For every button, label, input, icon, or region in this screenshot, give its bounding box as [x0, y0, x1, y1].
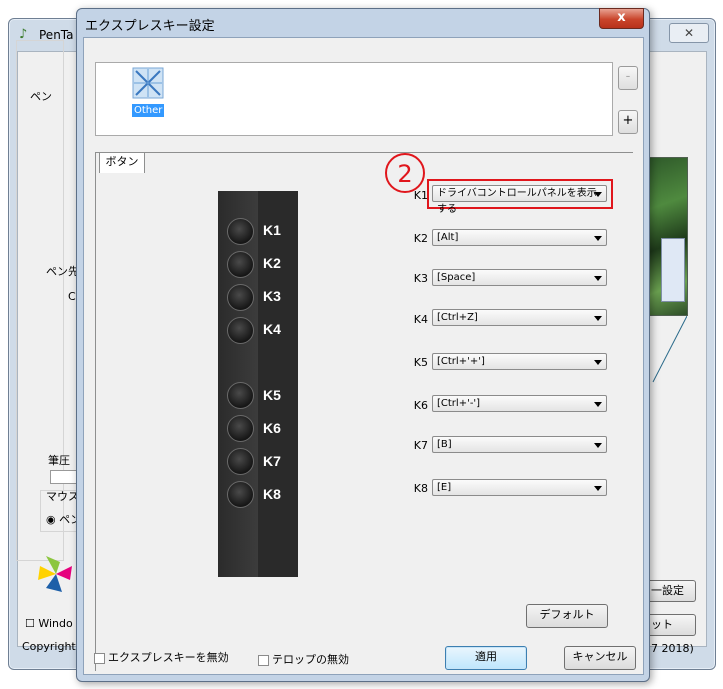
- hardware-key-k2: [227, 251, 254, 278]
- dropdown-arrow-icon: [594, 316, 602, 321]
- hardware-key-label: K6: [263, 420, 281, 436]
- background-pentip-value: C: [68, 290, 76, 303]
- hardware-key-label: K7: [263, 453, 281, 469]
- hardware-key-k4: [227, 317, 254, 344]
- background-windows-checkbox[interactable]: ☐ Windo: [25, 617, 73, 630]
- key-label-k5: K5: [413, 356, 428, 369]
- annotation-number-2: 2: [385, 153, 425, 193]
- hardware-key-k1: [227, 218, 254, 245]
- app-item-label: Other: [132, 104, 165, 117]
- background-pen-label: ペン: [28, 88, 54, 104]
- background-copyright-year: 7 2018): [651, 642, 694, 655]
- k7-assignment-select[interactable]: [B]: [432, 436, 607, 453]
- background-connector-line: [652, 316, 687, 383]
- generic-app-icon: [132, 67, 164, 99]
- key-label-k8: K8: [413, 482, 428, 495]
- key-label-k1: K1: [413, 189, 428, 202]
- tablet-expresskey-illustration: K1 K2 K3 K4 K5 K6 K7 K8: [218, 191, 298, 577]
- add-app-button[interactable]: +: [618, 110, 638, 134]
- background-windows-checkbox-label: Windo: [38, 617, 73, 630]
- k4-assignment-select[interactable]: [Ctrl+Z]: [432, 309, 607, 326]
- checkbox-box: [258, 654, 269, 666]
- background-photo-inset: [661, 238, 685, 302]
- background-pressure-label: 筆圧: [48, 454, 70, 467]
- disable-telop-checkbox[interactable]: テロップの無効: [258, 651, 349, 667]
- hardware-key-k5: [227, 382, 254, 409]
- dialog-close-button[interactable]: x: [599, 8, 644, 29]
- k5-assignment-select[interactable]: [Ctrl+'+']: [432, 353, 607, 370]
- hardware-key-k6: [227, 415, 254, 442]
- annotation-number-text: 2: [397, 160, 412, 188]
- expresskey-dialog: エクスプレスキー設定 x Other - + ボタン K1 K2 K3 K4 K…: [76, 8, 650, 682]
- key-label-k3: K3: [413, 272, 428, 285]
- hardware-key-label: K3: [263, 288, 281, 304]
- background-pressure-field[interactable]: [50, 470, 77, 484]
- key-label-k4: K4: [413, 313, 428, 326]
- k4-assignment-value: [Ctrl+Z]: [437, 312, 478, 323]
- dropdown-arrow-icon: [594, 486, 602, 491]
- disable-expresskeys-label: エクスプレスキーを無効: [108, 651, 229, 664]
- hardware-key-k7: [227, 448, 254, 475]
- default-button[interactable]: デフォルト: [526, 604, 608, 628]
- cancel-button[interactable]: キャンセル: [564, 646, 636, 670]
- dialog-title: エクスプレスキー設定: [85, 19, 215, 34]
- dropdown-arrow-icon: [594, 192, 602, 197]
- background-copyright: Copyright: [22, 640, 76, 653]
- application-list[interactable]: Other: [95, 62, 613, 136]
- k8-assignment-select[interactable]: [E]: [432, 479, 607, 496]
- background-settings-button[interactable]: 一設定: [649, 580, 696, 602]
- hardware-key-label: K8: [263, 486, 281, 502]
- k2-assignment-value: [Alt]: [437, 232, 459, 243]
- background-pentip-label: ペン先: [46, 265, 79, 278]
- dropdown-arrow-icon: [594, 276, 602, 281]
- background-ok-button[interactable]: ット: [649, 614, 696, 636]
- hardware-key-label: K5: [263, 387, 281, 403]
- key-label-k7: K7: [413, 439, 428, 452]
- dropdown-arrow-icon: [594, 236, 602, 241]
- background-close-button[interactable]: ✕: [669, 23, 709, 43]
- device-right-panel: [258, 191, 298, 577]
- dropdown-arrow-icon: [594, 402, 602, 407]
- key-label-k2: K2: [413, 232, 428, 245]
- k1-assignment-select[interactable]: ドライバコントロールパネルを表示する: [432, 185, 607, 215]
- k2-assignment-select[interactable]: [Alt]: [432, 229, 607, 246]
- k3-assignment-value: [Space]: [437, 272, 476, 283]
- apply-button[interactable]: 適用: [445, 646, 527, 670]
- k6-assignment-select[interactable]: [Ctrl+'-']: [432, 395, 607, 412]
- brand-logo-icon: [38, 556, 72, 592]
- k5-assignment-value: [Ctrl+'+']: [437, 356, 485, 367]
- k6-assignment-value: [Ctrl+'-']: [437, 398, 481, 409]
- k3-assignment-select[interactable]: [Space]: [432, 269, 607, 286]
- remove-app-button[interactable]: -: [618, 66, 638, 90]
- app-item-other[interactable]: Other: [132, 67, 165, 117]
- hardware-key-label: K4: [263, 321, 281, 337]
- tab-buttons[interactable]: ボタン: [99, 152, 145, 173]
- hardware-key-label: K1: [263, 222, 281, 238]
- key-label-k6: K6: [413, 399, 428, 412]
- k7-assignment-value: [B]: [437, 439, 452, 450]
- dropdown-arrow-icon: [594, 360, 602, 365]
- disable-telop-label: テロップの無効: [272, 653, 349, 666]
- disable-expresskeys-checkbox[interactable]: エクスプレスキーを無効: [94, 649, 229, 665]
- k8-assignment-value: [E]: [437, 482, 452, 493]
- dropdown-arrow-icon: [594, 443, 602, 448]
- hardware-key-k8: [227, 481, 254, 508]
- hardware-key-label: K2: [263, 255, 281, 271]
- hardware-key-k3: [227, 284, 254, 311]
- background-mouse-label: マウス: [46, 490, 79, 503]
- checkbox-box: [94, 652, 105, 664]
- dialog-client-area: Other - + ボタン K1 K2 K3 K4 K5 K6 K7 K8 2 …: [83, 37, 644, 675]
